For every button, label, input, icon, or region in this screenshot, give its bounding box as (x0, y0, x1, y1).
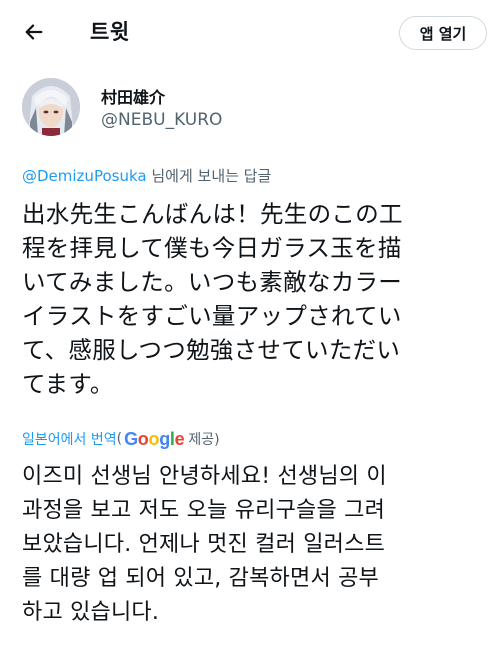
reply-context-suffix: 님에게 보내는 답글 (146, 167, 272, 185)
translation-provider-suffix: 제공) (188, 432, 220, 448)
avatar[interactable] (22, 78, 80, 136)
open-app-button[interactable]: 앱 열기 (399, 16, 487, 50)
translated-from-link[interactable]: 일본어에서 번역 (22, 429, 117, 449)
back-arrow-icon (25, 24, 43, 40)
page-title: 트윗 (90, 20, 130, 44)
avatar-illustration (22, 78, 80, 136)
back-button[interactable] (20, 18, 48, 46)
tweet-text: 出水先生こんばんは！先生のこの工 程を拝見して僕も今日ガラス玉を描 いてみました… (22, 200, 403, 398)
reply-context: @DemizuPosuka 님에게 보내는 답글 (22, 165, 271, 186)
top-bar: 트윗 앱 열기 (0, 0, 500, 64)
display-name[interactable]: 村田雄介 (101, 84, 165, 108)
translated-text: 이즈미 선생님 안녕하세요! 선생님의 이 과정을 보고 저도 오늘 유리구슬을… (22, 464, 387, 625)
google-logo: Google (124, 428, 185, 449)
translation-attribution: 일본어에서 번역 ( Google 제공) (22, 428, 220, 450)
paren-open: ( (116, 431, 123, 447)
user-handle[interactable]: @NEBU_KURO (101, 110, 222, 130)
reply-mention-link[interactable]: @DemizuPosuka (22, 167, 147, 185)
